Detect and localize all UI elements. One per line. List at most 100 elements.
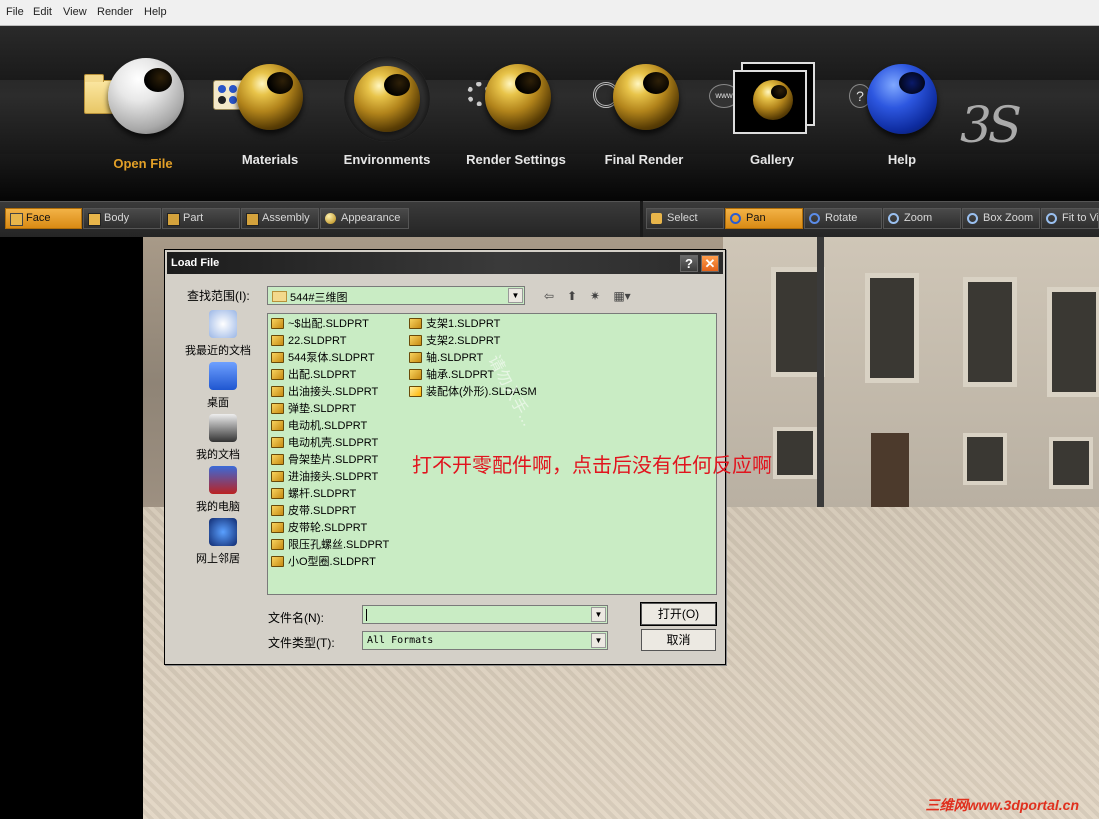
new-folder-icon[interactable]: ✷ bbox=[587, 289, 603, 303]
environments-label: Environments bbox=[343, 152, 431, 167]
folder-small-icon bbox=[272, 291, 287, 302]
file-item[interactable]: 轴承.SLDPRT bbox=[408, 367, 494, 383]
view-menu-icon[interactable]: ▦▾ bbox=[610, 289, 634, 303]
assembly-mode-button[interactable]: Assembly bbox=[241, 208, 319, 229]
render-settings-label: Render Settings bbox=[466, 152, 566, 167]
part-file-icon bbox=[271, 369, 284, 380]
part-file-icon bbox=[271, 420, 284, 431]
render-settings-button[interactable]: Render Settings bbox=[453, 56, 579, 196]
part-mode-button[interactable]: Part bbox=[162, 208, 240, 229]
filename-label: 文件名(N): bbox=[268, 611, 324, 625]
pan-tool-button[interactable]: Pan bbox=[725, 208, 803, 229]
menu-help[interactable]: Help bbox=[144, 6, 167, 18]
white-ball-icon bbox=[108, 58, 184, 134]
box-zoom-tool-button[interactable]: Box Zoom bbox=[962, 208, 1040, 229]
part-file-icon bbox=[271, 505, 284, 516]
file-item[interactable]: 轴.SLDPRT bbox=[408, 350, 483, 366]
look-in-dropdown[interactable]: 544#三维图 ▼ bbox=[267, 286, 525, 305]
up-folder-icon[interactable]: ⬆ bbox=[564, 289, 580, 303]
file-item[interactable]: 皮带轮.SLDPRT bbox=[270, 520, 367, 536]
pan-arrows-icon bbox=[730, 213, 741, 224]
gallery-frame-front bbox=[733, 70, 807, 134]
gallery-label: Gallery bbox=[749, 152, 795, 167]
file-item[interactable]: 电动机壳.SLDPRT bbox=[270, 435, 378, 451]
user-annotation: 打不开零配件啊，点击后没有任何反应啊 bbox=[412, 453, 772, 477]
cancel-button[interactable]: 取消 bbox=[641, 629, 716, 651]
part-file-icon bbox=[271, 539, 284, 550]
place-desktop[interactable]: 桌面 bbox=[175, 362, 261, 412]
place-my-computer[interactable]: 我的电脑 bbox=[175, 466, 261, 516]
environments-button[interactable]: Environments bbox=[324, 56, 450, 196]
materials-button[interactable]: Materials bbox=[207, 56, 333, 196]
brand-logo: 3S bbox=[960, 96, 1022, 154]
file-item[interactable]: 22.SLDPRT bbox=[270, 333, 347, 349]
dialog-title-bar[interactable]: Load File ? ✕ bbox=[167, 252, 723, 274]
body-cube-icon bbox=[88, 213, 101, 226]
documents-icon bbox=[209, 414, 237, 442]
open-button[interactable]: 打开(O) bbox=[640, 602, 717, 626]
file-item[interactable]: 电动机.SLDPRT bbox=[270, 418, 367, 434]
menu-render[interactable]: Render bbox=[97, 6, 133, 18]
place-network[interactable]: 网上邻居 bbox=[175, 518, 261, 568]
file-item[interactable]: 出油接头.SLDPRT bbox=[270, 384, 378, 400]
filetype-chevron-down-icon[interactable]: ▼ bbox=[591, 633, 606, 648]
filename-input[interactable]: ▼ bbox=[362, 605, 608, 624]
box-zoom-icon bbox=[967, 213, 978, 224]
file-item[interactable]: 支架1.SLDPRT bbox=[408, 316, 500, 332]
part-file-icon bbox=[271, 556, 284, 567]
file-item[interactable]: 弹垫.SLDPRT bbox=[270, 401, 356, 417]
zoom-tool-button[interactable]: Zoom bbox=[883, 208, 961, 229]
file-item[interactable]: 出配.SLDPRT bbox=[270, 367, 356, 383]
part-file-icon bbox=[409, 335, 422, 346]
part-icon bbox=[167, 213, 180, 226]
background-building bbox=[723, 237, 1099, 513]
dialog-close-button[interactable]: ✕ bbox=[701, 255, 719, 272]
look-in-label: 查找范围(I): bbox=[187, 289, 250, 303]
filetype-value: All Formats bbox=[367, 635, 434, 646]
assembly-icon bbox=[246, 213, 259, 226]
dialog-title: Load File bbox=[171, 257, 220, 269]
file-item[interactable]: 皮带.SLDPRT bbox=[270, 503, 356, 519]
filetype-select[interactable]: All Formats ▼ bbox=[362, 631, 608, 650]
site-watermark: 三维网www.3dportal.cn bbox=[925, 797, 1080, 813]
file-item[interactable]: 544泵体.SLDPRT bbox=[270, 350, 375, 366]
file-item[interactable]: 支架2.SLDPRT bbox=[408, 333, 500, 349]
final-render-label: Final Render bbox=[604, 152, 684, 167]
select-tool-button[interactable]: Select bbox=[646, 208, 724, 229]
place-my-documents[interactable]: 我的文档 bbox=[175, 414, 261, 464]
main-ribbon: Open File Materials Environments Render … bbox=[0, 26, 1099, 201]
open-file-button[interactable]: Open File bbox=[80, 56, 206, 196]
menu-edit[interactable]: Edit bbox=[33, 6, 52, 18]
clock-icon bbox=[209, 310, 237, 338]
toolbar-row: Face Body Part Assembly Appearance Selec… bbox=[0, 201, 1099, 238]
appearance-mode-button[interactable]: Appearance bbox=[320, 208, 409, 229]
chevron-down-icon[interactable]: ▼ bbox=[508, 288, 523, 303]
part-file-icon bbox=[271, 488, 284, 499]
computer-icon bbox=[209, 466, 237, 494]
fit-to-view-button[interactable]: Fit to Vi bbox=[1041, 208, 1099, 229]
menu-view[interactable]: View bbox=[63, 6, 87, 18]
rotate-icon bbox=[809, 213, 820, 224]
gold-ball-icon bbox=[237, 64, 303, 130]
dialog-help-button[interactable]: ? bbox=[680, 255, 698, 272]
menu-file[interactable]: File bbox=[6, 6, 24, 18]
environment-ball-icon bbox=[354, 66, 420, 132]
file-item[interactable]: 限压孔螺丝.SLDPRT bbox=[270, 537, 389, 553]
face-mode-button[interactable]: Face bbox=[5, 208, 82, 229]
place-recent[interactable]: 我最近的文档 bbox=[175, 310, 261, 360]
final-render-button[interactable]: Final Render bbox=[581, 56, 707, 196]
magnifier-icon bbox=[888, 213, 899, 224]
file-item[interactable]: 螺杆.SLDPRT bbox=[270, 486, 356, 502]
body-mode-button[interactable]: Body bbox=[83, 208, 161, 229]
materials-label: Materials bbox=[241, 152, 299, 167]
file-item[interactable]: ~$出配.SLDPRT bbox=[270, 316, 369, 332]
cube-icon bbox=[10, 213, 23, 226]
file-item[interactable]: 骨架垫片.SLDPRT bbox=[270, 452, 378, 468]
help-button[interactable]: ? Help bbox=[839, 56, 965, 196]
file-item[interactable]: 进油接头.SLDPRT bbox=[270, 469, 378, 485]
gallery-button[interactable]: www Gallery bbox=[709, 56, 835, 196]
back-arrow-icon[interactable]: ⇦ bbox=[541, 289, 557, 303]
file-item[interactable]: 小O型圈.SLDPRT bbox=[270, 554, 376, 570]
filename-chevron-down-icon[interactable]: ▼ bbox=[591, 607, 606, 622]
rotate-tool-button[interactable]: Rotate bbox=[804, 208, 882, 229]
